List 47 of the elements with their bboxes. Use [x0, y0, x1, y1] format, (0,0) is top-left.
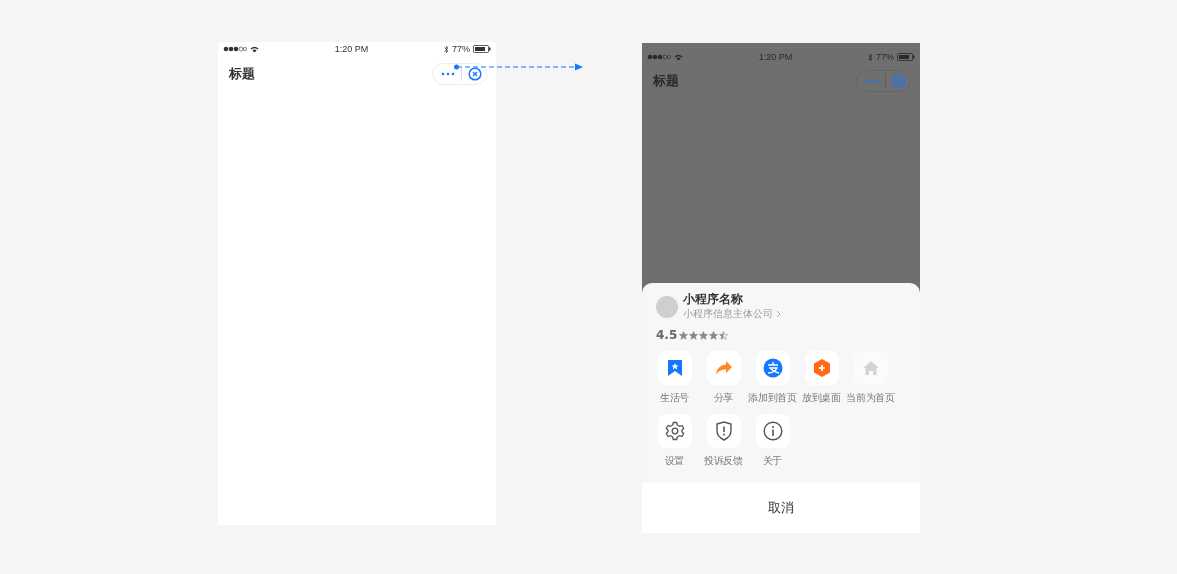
battery-percent: 77% — [451, 44, 470, 54]
action-button[interactable] — [657, 351, 692, 385]
page-title: 标题 — [229, 65, 255, 83]
bookmark-star-icon — [666, 359, 683, 377]
avatar — [656, 295, 678, 318]
bluetooth-icon — [867, 52, 873, 62]
action-label: 关于 — [762, 454, 783, 468]
signal-icon — [647, 54, 671, 60]
star-icon — [719, 330, 729, 340]
rating-score: 4.5 — [656, 328, 678, 342]
bluetooth-icon — [443, 44, 449, 54]
chevron-icon — [776, 310, 781, 318]
action-label: 投诉反馈 — [704, 454, 743, 468]
info-icon — [762, 421, 783, 441]
star-icon — [689, 330, 699, 340]
star-icon — [709, 330, 719, 340]
action-label: 生活号 — [659, 391, 690, 405]
action-button[interactable] — [657, 414, 692, 448]
action-button[interactable] — [706, 414, 741, 448]
app-name: 小程序名称 — [683, 292, 744, 307]
battery-icon — [473, 45, 491, 53]
wifi-icon — [250, 45, 259, 53]
battery-percent: 77% — [875, 52, 894, 62]
more-icon[interactable] — [441, 72, 455, 76]
action-label: 设置 — [664, 454, 685, 468]
shield-alert-icon — [714, 421, 733, 441]
page-title: 标题 — [653, 72, 679, 90]
action-label: 添加到首页 — [748, 391, 797, 405]
close-icon[interactable] — [468, 67, 482, 81]
battery-icon — [897, 53, 915, 61]
signal-icon — [223, 46, 247, 52]
hexagon-plus-icon — [812, 358, 831, 378]
payment-circle-icon — [762, 358, 783, 378]
home-icon — [861, 360, 880, 376]
action-label: 放到桌面 — [802, 391, 841, 405]
action-button[interactable] — [755, 351, 790, 385]
status-time: 1:20 PM — [758, 52, 793, 62]
star-icon — [679, 330, 689, 340]
action-button[interactable] — [755, 414, 790, 448]
settings-icon — [664, 421, 685, 441]
action-label: 当前为首页 — [846, 391, 895, 405]
share-arrow-icon — [714, 360, 733, 376]
cancel-button[interactable]: 取消 — [642, 483, 920, 533]
status-time: 1:20 PM — [334, 44, 369, 54]
action-label: 分享 — [713, 391, 734, 405]
star-icon — [699, 330, 709, 340]
wifi-icon — [674, 53, 683, 61]
